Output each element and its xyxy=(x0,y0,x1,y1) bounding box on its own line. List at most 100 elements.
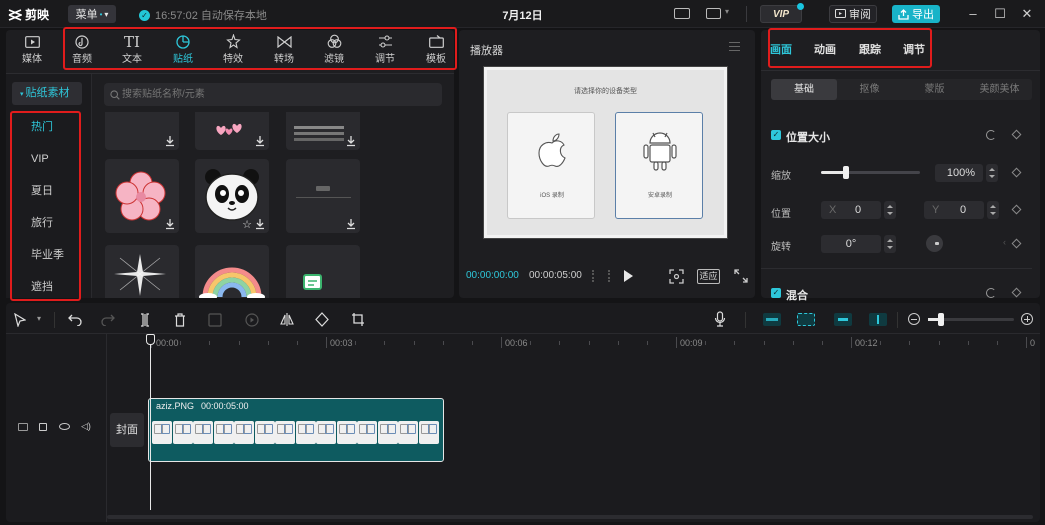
zoom-slider-knob[interactable] xyxy=(938,313,944,326)
sticker-section-header[interactable]: ▾ 贴纸素材 xyxy=(12,82,82,105)
scale-slider-knob[interactable] xyxy=(842,166,849,179)
sticker-category-travel[interactable]: 旅行 xyxy=(12,209,80,237)
timeline-scrollbar[interactable] xyxy=(107,515,1033,519)
tab-filter[interactable]: 滤镜 xyxy=(312,33,356,65)
microphone-icon[interactable] xyxy=(714,311,726,327)
inspector-tab-picture[interactable]: 画面 xyxy=(770,41,792,57)
inspector-tab-tracking[interactable]: 跟踪 xyxy=(859,41,881,57)
ratio-button[interactable]: 适应 xyxy=(697,269,720,284)
freeze-icon[interactable] xyxy=(208,313,222,327)
tab-effects[interactable]: 特效 xyxy=(211,33,255,65)
sticker-tile-text[interactable] xyxy=(286,112,360,150)
preview-axis-icon[interactable] xyxy=(869,313,887,326)
timeline-grid-icon[interactable] xyxy=(592,270,610,282)
auto-snap-icon[interactable] xyxy=(797,313,815,326)
lock-icon[interactable] xyxy=(39,423,47,431)
inspector-tab-animation[interactable]: 动画 xyxy=(814,41,836,57)
close-icon[interactable]: ✕ xyxy=(1019,6,1035,22)
sticker-category-summer[interactable]: 夏日 xyxy=(12,177,80,205)
speaker-icon[interactable]: ◁) xyxy=(81,421,91,432)
delete-icon[interactable] xyxy=(174,313,186,327)
cover-button[interactable]: 封面 xyxy=(110,413,144,447)
sticker-category-graduation[interactable]: 毕业季 xyxy=(12,241,80,269)
mirror-icon[interactable] xyxy=(280,312,294,327)
main-track-magnet-icon[interactable] xyxy=(763,313,781,326)
sticker-tile-hearts[interactable] xyxy=(195,112,269,150)
sticker-tile-dark[interactable] xyxy=(286,159,360,233)
tab-audio[interactable]: 音频 xyxy=(60,33,104,65)
maximize-icon[interactable]: ☐ xyxy=(992,6,1008,22)
blend-checkbox[interactable]: ✓ xyxy=(771,288,781,298)
subtab-beauty[interactable]: 美颜美体 xyxy=(967,79,1032,100)
tab-media[interactable]: 媒体 xyxy=(10,33,54,65)
rotate-dial-icon[interactable] xyxy=(926,235,943,252)
sticker-tile-sparkle[interactable] xyxy=(105,245,179,298)
layout-chevron-icon[interactable]: ▾ xyxy=(725,7,729,16)
sticker-search-bar[interactable] xyxy=(104,83,442,106)
track-cover-toggle-icon[interactable] xyxy=(18,423,28,431)
subtab-mask[interactable]: 蒙版 xyxy=(902,79,967,100)
subtab-basic[interactable]: 基础 xyxy=(771,79,837,100)
expand-icon[interactable] xyxy=(734,269,748,283)
zoom-slider[interactable] xyxy=(928,313,1014,326)
reset-icon[interactable] xyxy=(986,288,996,298)
favorite-star-icon[interactable]: ☆ xyxy=(242,218,252,231)
vip-button[interactable]: VIP xyxy=(760,3,804,23)
download-icon[interactable] xyxy=(254,218,266,230)
search-input[interactable] xyxy=(122,83,432,106)
fullscreen-focus-icon[interactable] xyxy=(669,269,684,284)
shortcut-keyboard-icon[interactable] xyxy=(674,8,690,19)
undo-icon[interactable] xyxy=(68,313,82,326)
tab-sticker[interactable]: 贴纸 xyxy=(161,33,205,65)
select-cursor-icon[interactable] xyxy=(14,313,26,327)
download-icon[interactable] xyxy=(254,135,266,147)
zoom-in-icon[interactable] xyxy=(1021,313,1033,325)
tab-template[interactable]: 模板 xyxy=(414,33,458,65)
android-record-card[interactable]: 安卓录制 xyxy=(615,112,703,219)
redo-icon[interactable] xyxy=(101,313,115,326)
play-button[interactable] xyxy=(624,270,633,282)
rotate-icon[interactable] xyxy=(315,312,329,327)
sticker-tile[interactable] xyxy=(105,112,179,150)
scale-stepper[interactable] xyxy=(986,164,998,182)
menu-button[interactable]: 菜单 • ▾ xyxy=(68,5,116,23)
cursor-mode-chevron-icon[interactable]: ▾ xyxy=(37,314,41,323)
sticker-category-cover[interactable]: 遮挡 xyxy=(12,273,80,301)
zoom-out-icon[interactable] xyxy=(908,313,920,325)
download-icon[interactable] xyxy=(345,218,357,230)
sticker-category-hot[interactable]: 热门 xyxy=(12,113,80,141)
sticker-tile-rainbow[interactable] xyxy=(195,245,269,298)
tab-adjust[interactable]: 调节 xyxy=(363,33,407,65)
playhead[interactable] xyxy=(150,338,151,510)
subtab-keying[interactable]: 抠像 xyxy=(837,79,902,100)
playhead-handle[interactable] xyxy=(146,334,155,345)
keyframe-prev-icon[interactable]: ‹ xyxy=(1003,237,1006,247)
rotate-value-field[interactable]: 0° xyxy=(821,235,881,253)
reset-icon[interactable] xyxy=(986,130,996,140)
tab-transition[interactable]: 转场 xyxy=(262,33,306,65)
sticker-category-vip[interactable]: VIP xyxy=(12,145,80,173)
split-icon[interactable] xyxy=(139,313,151,327)
sticker-tile-flower[interactable] xyxy=(105,159,179,233)
scale-slider[interactable] xyxy=(821,166,920,179)
minimize-icon[interactable]: – xyxy=(965,6,981,22)
position-size-checkbox[interactable]: ✓ xyxy=(771,130,781,140)
position-x-stepper[interactable] xyxy=(884,201,896,219)
inspector-tab-adjust[interactable]: 调节 xyxy=(903,41,925,57)
linkage-icon[interactable] xyxy=(834,313,852,326)
scale-value-field[interactable]: 100% xyxy=(935,164,983,182)
layout-icon[interactable] xyxy=(706,8,721,19)
reverse-icon[interactable] xyxy=(245,313,259,327)
rotate-stepper[interactable] xyxy=(884,235,896,253)
position-y-field[interactable]: Y 0 xyxy=(924,201,984,219)
sticker-tile-green[interactable] xyxy=(286,245,360,298)
review-button[interactable]: 审阅 xyxy=(829,5,877,23)
download-icon[interactable] xyxy=(345,135,357,147)
crop-icon[interactable] xyxy=(351,312,365,327)
download-icon[interactable] xyxy=(164,218,176,230)
ios-record-card[interactable]: iOS 录制 xyxy=(507,112,595,219)
sticker-tile-panda[interactable]: ☆ xyxy=(195,159,269,233)
tab-text[interactable]: TI 文本 xyxy=(110,33,154,66)
eye-icon[interactable] xyxy=(59,423,70,430)
position-y-stepper[interactable] xyxy=(987,201,999,219)
